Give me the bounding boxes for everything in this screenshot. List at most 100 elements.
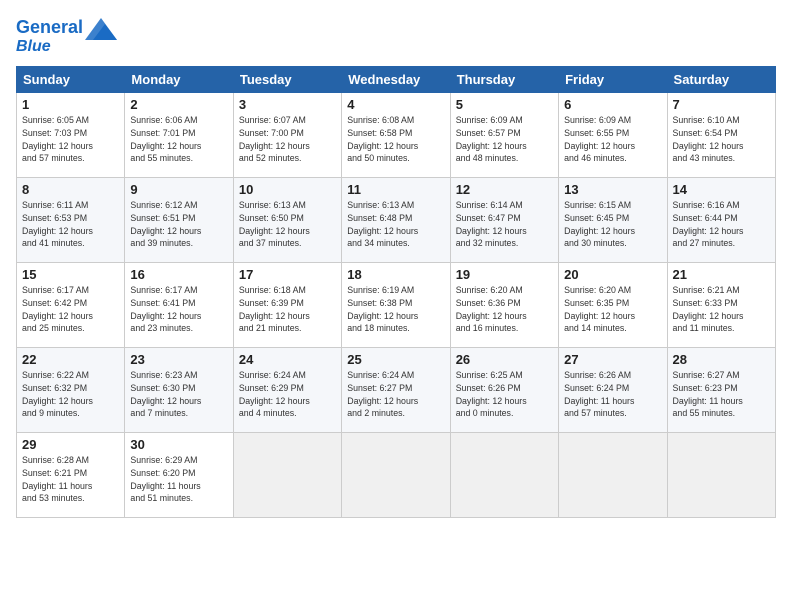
day-info: Sunrise: 6:13 AMSunset: 6:50 PMDaylight:… bbox=[239, 199, 336, 250]
day-info: Sunrise: 6:12 AMSunset: 6:51 PMDaylight:… bbox=[130, 199, 227, 250]
day-info: Sunrise: 6:08 AMSunset: 6:58 PMDaylight:… bbox=[347, 114, 444, 165]
day-number: 2 bbox=[130, 97, 227, 112]
day-number: 10 bbox=[239, 182, 336, 197]
calendar-cell: 8 Sunrise: 6:11 AMSunset: 6:53 PMDaylight… bbox=[17, 178, 125, 263]
day-number: 20 bbox=[564, 267, 661, 282]
day-info: Sunrise: 6:27 AMSunset: 6:23 PMDaylight:… bbox=[673, 369, 770, 420]
day-info: Sunrise: 6:05 AMSunset: 7:03 PMDaylight:… bbox=[22, 114, 119, 165]
calendar-cell: 12 Sunrise: 6:14 AMSunset: 6:47 PMDayligh… bbox=[450, 178, 558, 263]
page: General Blue Sunday Monday Tuesday Wedne… bbox=[0, 0, 792, 612]
calendar-cell: 4 Sunrise: 6:08 AMSunset: 6:58 PMDaylight… bbox=[342, 93, 450, 178]
day-info: Sunrise: 6:16 AMSunset: 6:44 PMDaylight:… bbox=[673, 199, 770, 250]
calendar-cell: 23Sunrise: 6:23 AMSunset: 6:30 PMDayligh… bbox=[125, 348, 233, 433]
calendar-cell bbox=[450, 433, 558, 518]
day-number: 5 bbox=[456, 97, 553, 112]
day-number: 28 bbox=[673, 352, 770, 367]
calendar-cell: 20 Sunrise: 6:20 AMSunset: 6:35 PMDayligh… bbox=[559, 263, 667, 348]
day-number: 29 bbox=[22, 437, 119, 452]
calendar-cell: 15Sunrise: 6:17 AMSunset: 6:42 PMDayligh… bbox=[17, 263, 125, 348]
day-info: Sunrise: 6:17 AMSunset: 6:41 PMDaylight:… bbox=[130, 284, 227, 335]
calendar-header-row: Sunday Monday Tuesday Wednesday Thursday… bbox=[17, 67, 776, 93]
col-sunday: Sunday bbox=[17, 67, 125, 93]
calendar-week-row: 8 Sunrise: 6:11 AMSunset: 6:53 PMDaylight… bbox=[17, 178, 776, 263]
day-info: Sunrise: 6:29 AMSunset: 6:20 PMDaylight:… bbox=[130, 454, 227, 505]
calendar-week-row: 22Sunrise: 6:22 AMSunset: 6:32 PMDayligh… bbox=[17, 348, 776, 433]
day-number: 25 bbox=[347, 352, 444, 367]
day-info: Sunrise: 6:19 AMSunset: 6:38 PMDaylight:… bbox=[347, 284, 444, 335]
calendar-table: Sunday Monday Tuesday Wednesday Thursday… bbox=[16, 66, 776, 518]
day-info: Sunrise: 6:11 AMSunset: 6:53 PMDaylight:… bbox=[22, 199, 119, 250]
day-number: 7 bbox=[673, 97, 770, 112]
calendar-cell: 10 Sunrise: 6:13 AMSunset: 6:50 PMDayligh… bbox=[233, 178, 341, 263]
calendar-cell: 2 Sunrise: 6:06 AMSunset: 7:01 PMDaylight… bbox=[125, 93, 233, 178]
calendar-cell: 24 Sunrise: 6:24 AMSunset: 6:29 PMDayligh… bbox=[233, 348, 341, 433]
day-number: 18 bbox=[347, 267, 444, 282]
day-number: 27 bbox=[564, 352, 661, 367]
day-number: 17 bbox=[239, 267, 336, 282]
day-info: Sunrise: 6:07 AMSunset: 7:00 PMDaylight:… bbox=[239, 114, 336, 165]
day-number: 8 bbox=[22, 182, 119, 197]
logo-blue: Blue bbox=[16, 38, 51, 55]
day-number: 3 bbox=[239, 97, 336, 112]
day-info: Sunrise: 6:18 AMSunset: 6:39 PMDaylight:… bbox=[239, 284, 336, 335]
day-info: Sunrise: 6:09 AMSunset: 6:55 PMDaylight:… bbox=[564, 114, 661, 165]
calendar-week-row: 1 Sunrise: 6:05 AMSunset: 7:03 PMDaylight… bbox=[17, 93, 776, 178]
day-number: 9 bbox=[130, 182, 227, 197]
day-number: 1 bbox=[22, 97, 119, 112]
calendar-cell: 9 Sunrise: 6:12 AMSunset: 6:51 PMDaylight… bbox=[125, 178, 233, 263]
col-saturday: Saturday bbox=[667, 67, 775, 93]
day-number: 12 bbox=[456, 182, 553, 197]
col-monday: Monday bbox=[125, 67, 233, 93]
calendar-cell bbox=[667, 433, 775, 518]
calendar-cell: 19 Sunrise: 6:20 AMSunset: 6:36 PMDayligh… bbox=[450, 263, 558, 348]
calendar-cell: 27 Sunrise: 6:26 AMSunset: 6:24 PMDayligh… bbox=[559, 348, 667, 433]
day-number: 26 bbox=[456, 352, 553, 367]
col-friday: Friday bbox=[559, 67, 667, 93]
calendar-cell: 28 Sunrise: 6:27 AMSunset: 6:23 PMDayligh… bbox=[667, 348, 775, 433]
day-number: 23 bbox=[130, 352, 227, 367]
day-info: Sunrise: 6:20 AMSunset: 6:35 PMDaylight:… bbox=[564, 284, 661, 335]
day-number: 19 bbox=[456, 267, 553, 282]
logo-text: General bbox=[16, 18, 83, 38]
day-info: Sunrise: 6:26 AMSunset: 6:24 PMDaylight:… bbox=[564, 369, 661, 420]
calendar-cell: 16 Sunrise: 6:17 AMSunset: 6:41 PMDayligh… bbox=[125, 263, 233, 348]
calendar-cell: 30 Sunrise: 6:29 AMSunset: 6:20 PMDayligh… bbox=[125, 433, 233, 518]
day-info: Sunrise: 6:06 AMSunset: 7:01 PMDaylight:… bbox=[130, 114, 227, 165]
day-number: 11 bbox=[347, 182, 444, 197]
day-info: Sunrise: 6:20 AMSunset: 6:36 PMDaylight:… bbox=[456, 284, 553, 335]
day-info: Sunrise: 6:24 AMSunset: 6:29 PMDaylight:… bbox=[239, 369, 336, 420]
col-wednesday: Wednesday bbox=[342, 67, 450, 93]
day-number: 24 bbox=[239, 352, 336, 367]
calendar-cell: 1 Sunrise: 6:05 AMSunset: 7:03 PMDaylight… bbox=[17, 93, 125, 178]
calendar-cell bbox=[559, 433, 667, 518]
calendar-week-row: 15Sunrise: 6:17 AMSunset: 6:42 PMDayligh… bbox=[17, 263, 776, 348]
logo-icon bbox=[85, 18, 117, 40]
day-info: Sunrise: 6:15 AMSunset: 6:45 PMDaylight:… bbox=[564, 199, 661, 250]
calendar-cell: 22Sunrise: 6:22 AMSunset: 6:32 PMDayligh… bbox=[17, 348, 125, 433]
calendar-cell bbox=[233, 433, 341, 518]
day-number: 6 bbox=[564, 97, 661, 112]
day-info: Sunrise: 6:21 AMSunset: 6:33 PMDaylight:… bbox=[673, 284, 770, 335]
day-number: 16 bbox=[130, 267, 227, 282]
calendar-cell: 21 Sunrise: 6:21 AMSunset: 6:33 PMDayligh… bbox=[667, 263, 775, 348]
calendar-cell: 13Sunrise: 6:15 AMSunset: 6:45 PMDayligh… bbox=[559, 178, 667, 263]
day-number: 15 bbox=[22, 267, 119, 282]
calendar-cell: 7 Sunrise: 6:10 AMSunset: 6:54 PMDaylight… bbox=[667, 93, 775, 178]
col-thursday: Thursday bbox=[450, 67, 558, 93]
calendar-cell: 18 Sunrise: 6:19 AMSunset: 6:38 PMDayligh… bbox=[342, 263, 450, 348]
calendar-cell: 6 Sunrise: 6:09 AMSunset: 6:55 PMDaylight… bbox=[559, 93, 667, 178]
day-info: Sunrise: 6:13 AMSunset: 6:48 PMDaylight:… bbox=[347, 199, 444, 250]
day-info: Sunrise: 6:14 AMSunset: 6:47 PMDaylight:… bbox=[456, 199, 553, 250]
calendar-cell: 14Sunrise: 6:16 AMSunset: 6:44 PMDayligh… bbox=[667, 178, 775, 263]
calendar-cell: 3 Sunrise: 6:07 AMSunset: 7:00 PMDaylight… bbox=[233, 93, 341, 178]
day-number: 4 bbox=[347, 97, 444, 112]
day-info: Sunrise: 6:10 AMSunset: 6:54 PMDaylight:… bbox=[673, 114, 770, 165]
day-info: Sunrise: 6:25 AMSunset: 6:26 PMDaylight:… bbox=[456, 369, 553, 420]
logo: General Blue bbox=[16, 16, 117, 56]
day-number: 30 bbox=[130, 437, 227, 452]
day-number: 21 bbox=[673, 267, 770, 282]
day-info: Sunrise: 6:28 AMSunset: 6:21 PMDaylight:… bbox=[22, 454, 119, 505]
header: General Blue bbox=[16, 16, 776, 56]
calendar-cell: 26 Sunrise: 6:25 AMSunset: 6:26 PMDayligh… bbox=[450, 348, 558, 433]
calendar-cell: 11 Sunrise: 6:13 AMSunset: 6:48 PMDayligh… bbox=[342, 178, 450, 263]
